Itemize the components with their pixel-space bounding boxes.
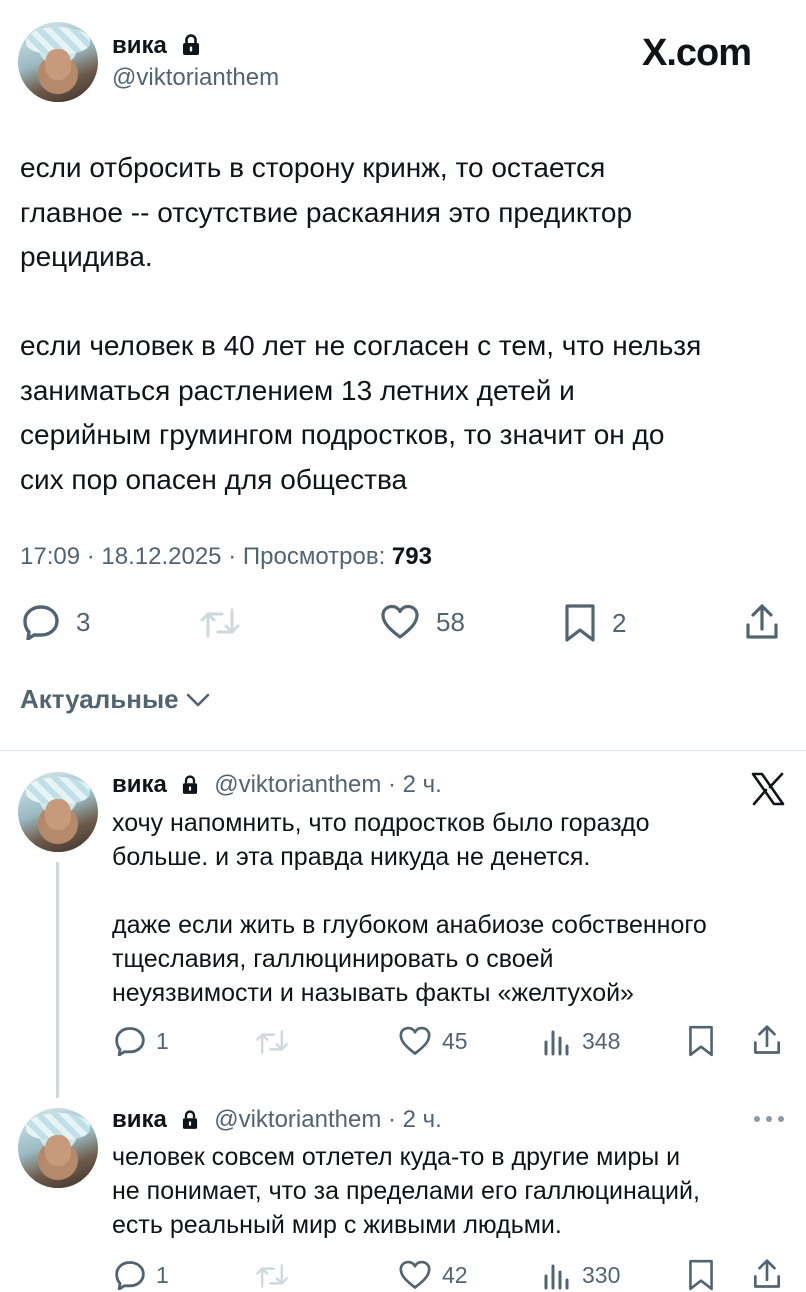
reply-author-name[interactable]: вика bbox=[112, 1106, 167, 1133]
reply-text: хочу напомнить, что подростков было гора… bbox=[112, 809, 707, 1007]
views-icon bbox=[544, 1030, 569, 1056]
reply-icon bbox=[115, 1261, 145, 1290]
repost-icon bbox=[256, 1264, 288, 1288]
views-icon bbox=[544, 1264, 569, 1290]
share-button[interactable] bbox=[752, 1024, 782, 1056]
reply-count: 1 bbox=[156, 1027, 169, 1054]
reply-time[interactable]: 2 ч. bbox=[403, 1106, 442, 1133]
author-name-row[interactable]: вика bbox=[112, 32, 200, 60]
tweet-date[interactable]: 18.12.2025 bbox=[101, 543, 221, 570]
share-button[interactable] bbox=[744, 603, 780, 641]
author-name[interactable]: вика bbox=[112, 32, 167, 59]
reply-author-handle[interactable]: @viktorianthem bbox=[214, 1106, 381, 1133]
author-handle[interactable]: @viktorianthem bbox=[112, 64, 279, 92]
views-count: 348 bbox=[582, 1027, 621, 1054]
tweet-time[interactable]: 17:09 bbox=[20, 543, 80, 570]
views-button[interactable]: 348 bbox=[542, 1026, 620, 1056]
bookmark-button[interactable]: 2 bbox=[564, 603, 626, 643]
bookmark-icon bbox=[689, 1025, 713, 1057]
sort-label: Актуальные bbox=[20, 684, 179, 714]
avatar[interactable] bbox=[18, 22, 98, 102]
repost-icon bbox=[256, 1030, 288, 1054]
sort-dropdown[interactable]: Актуальные bbox=[20, 684, 211, 715]
tweet-meta: 17:09 · 18.12.2025 · Просмотров: 793 bbox=[20, 543, 432, 570]
repost-button[interactable] bbox=[254, 1262, 290, 1290]
like-icon bbox=[381, 604, 419, 639]
like-count: 45 bbox=[442, 1027, 468, 1054]
reply-header: вика @viktorianthem · 2 ч. bbox=[112, 1106, 442, 1133]
bookmark-count: 2 bbox=[612, 607, 627, 638]
reply-button[interactable]: 3 bbox=[22, 604, 90, 640]
views-label: Просмотров: bbox=[242, 543, 386, 570]
like-button[interactable]: 58 bbox=[380, 604, 465, 640]
x-com-logo: X.com bbox=[642, 32, 752, 74]
views-count: 793 bbox=[391, 543, 432, 570]
like-button[interactable]: 45 bbox=[398, 1026, 468, 1056]
repost-icon bbox=[200, 608, 240, 638]
reply-button[interactable]: 1 bbox=[114, 1026, 169, 1056]
lock-icon bbox=[182, 1110, 197, 1129]
reply-icon bbox=[23, 605, 59, 640]
reply-count: 1 bbox=[156, 1261, 169, 1288]
bookmark-button[interactable] bbox=[688, 1024, 714, 1058]
share-icon bbox=[754, 1025, 780, 1054]
tweet-text: если отбросить в сторону кринж, то остае… bbox=[20, 152, 702, 495]
repost-button[interactable] bbox=[198, 606, 242, 640]
reply-header: вика @viktorianthem · 2 ч. bbox=[112, 771, 442, 798]
reply-author-handle[interactable]: @viktorianthem bbox=[214, 771, 381, 798]
reply-text: человек совсем отлетел куда-то в другие … bbox=[112, 1143, 700, 1239]
lock-icon bbox=[182, 775, 197, 794]
like-button[interactable]: 42 bbox=[398, 1260, 468, 1290]
reply-author-name[interactable]: вика bbox=[112, 771, 167, 798]
chevron-down-icon bbox=[186, 693, 209, 706]
like-icon bbox=[399, 1260, 431, 1289]
reply-count: 3 bbox=[76, 606, 91, 637]
like-count: 58 bbox=[436, 606, 465, 637]
bookmark-icon bbox=[689, 1259, 713, 1291]
reply-button[interactable]: 1 bbox=[114, 1260, 169, 1290]
lock-icon bbox=[182, 34, 199, 55]
share-button[interactable] bbox=[752, 1258, 782, 1290]
reply-time[interactable]: 2 ч. bbox=[403, 771, 442, 798]
share-icon bbox=[746, 604, 778, 639]
x-logo-icon bbox=[751, 772, 785, 806]
reply-avatar[interactable] bbox=[18, 772, 98, 852]
like-count: 42 bbox=[442, 1261, 468, 1288]
bookmark-icon bbox=[565, 604, 595, 642]
bookmark-button[interactable] bbox=[688, 1258, 714, 1292]
share-icon bbox=[754, 1259, 780, 1288]
repost-button[interactable] bbox=[254, 1028, 290, 1056]
reply-icon bbox=[115, 1027, 145, 1056]
thread-line bbox=[56, 862, 59, 1098]
divider bbox=[0, 750, 806, 751]
reply-avatar[interactable] bbox=[18, 1108, 98, 1188]
views-button[interactable]: 330 bbox=[542, 1260, 620, 1290]
like-icon bbox=[399, 1026, 431, 1055]
views-count: 330 bbox=[582, 1261, 621, 1288]
more-icon[interactable] bbox=[752, 1114, 786, 1124]
